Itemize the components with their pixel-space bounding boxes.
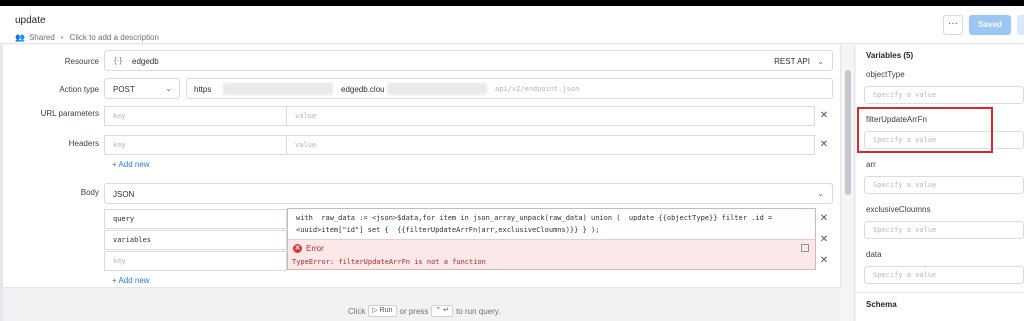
redacted-url-part	[387, 83, 487, 95]
variable-value-input[interactable]: Specify a value	[864, 86, 1024, 104]
query-title[interactable]: update	[15, 15, 46, 26]
redacted-url-part	[223, 83, 333, 95]
url-path: api/v2/endpoint.json	[495, 85, 580, 93]
run-hint-click: Click	[348, 306, 366, 316]
shared-label: Shared	[28, 33, 55, 42]
highlight-annotation	[857, 107, 993, 153]
error-title-text: Error	[306, 244, 324, 253]
query-header: update 👥 Shared • Click to add a descrip…	[0, 6, 1024, 44]
variable-name: objectType	[866, 70, 905, 79]
header-key-input[interactable]: key	[104, 135, 287, 155]
variables-title: Variables (5)	[866, 51, 914, 60]
body-format-value: JSON	[113, 190, 135, 199]
url-param-key-input[interactable]: key	[104, 106, 287, 126]
schema-label: Schema	[866, 300, 897, 309]
code-line-2: <uuid>item["id"] set { {{filterUpdateArr…	[296, 226, 600, 234]
error-message: TypeError: filterUpdateArrFn is not a fu…	[292, 258, 486, 266]
resource-value: edgedb	[132, 57, 159, 66]
url-host: edgedb.clou	[341, 85, 385, 94]
run-hint: Click ▷ Run or press ⌃ ↵ to run query.	[348, 305, 500, 317]
editor-scrollbar-thumb[interactable]	[845, 70, 851, 195]
headers-label: Headers	[68, 139, 99, 148]
resource-type: REST API	[774, 57, 810, 66]
code-line-1: with raw_data := <json>$data,for item in…	[296, 214, 773, 222]
body-label: Body	[80, 188, 99, 197]
schema-section[interactable]: Schema	[856, 292, 1024, 321]
close-icon[interactable]: ✕	[816, 108, 832, 124]
variable-name: arr	[866, 160, 876, 169]
method-value: POST	[113, 85, 135, 94]
variable-value-input[interactable]: Specify a value	[864, 221, 1024, 239]
chevron-down-icon: ⌄	[817, 57, 824, 66]
body-add-new-link[interactable]: + Add new	[112, 276, 150, 285]
chevron-down-icon: ⌄	[817, 189, 824, 198]
chevron-down-icon: ⌄	[165, 84, 172, 93]
error-title: ✕ Error	[293, 244, 324, 253]
description-placeholder[interactable]: Click to add a description	[70, 33, 159, 42]
shared-icon: 👥	[15, 33, 25, 42]
variable-name: exclusiveCloumns	[866, 205, 931, 214]
method-select[interactable]: POST ⌄	[104, 78, 180, 99]
error-box: ✕ Error TypeError: filterUpdateArrFn is …	[288, 239, 815, 269]
variable-value-input[interactable]: Specify a value	[864, 266, 1024, 284]
close-icon[interactable]: ✕	[816, 232, 832, 248]
run-label: Run	[379, 307, 393, 314]
url-prefix: https	[194, 85, 212, 94]
header-value-input[interactable]: value	[286, 135, 815, 155]
url-input[interactable]: https edgedb.clou api/v2/endpoint.json	[186, 78, 833, 99]
more-options-button[interactable]: ···	[943, 15, 963, 35]
secondary-button-edge[interactable]	[1017, 15, 1024, 35]
body-row-key-query[interactable]: query	[104, 209, 287, 229]
braces-icon: {·}	[114, 56, 123, 65]
action-type-label: Action type	[59, 85, 99, 94]
saved-button[interactable]: Saved	[969, 15, 1011, 35]
shortcut-keys: ⌃ ↵	[431, 305, 454, 317]
url-param-value-input[interactable]: value	[286, 106, 815, 126]
body-row-key-input[interactable]: key	[104, 251, 287, 271]
run-button[interactable]: ▷ Run	[368, 305, 397, 317]
resource-select[interactable]: {·} edgedb REST API ⌄	[104, 50, 833, 71]
body-format-select[interactable]: JSON ⌄	[104, 183, 833, 204]
variable-name: data	[866, 250, 882, 259]
resource-label: Resource	[64, 57, 99, 66]
separator-dot: •	[60, 33, 64, 42]
error-icon: ✕	[293, 244, 302, 253]
close-icon[interactable]: ✕	[816, 253, 832, 269]
close-icon[interactable]: ✕	[816, 137, 832, 153]
copy-icon[interactable]	[801, 244, 809, 252]
run-footer: Click ▷ Run or press ⌃ ↵ to run query.	[3, 287, 841, 321]
url-parameters-label: URL parameters	[40, 109, 99, 118]
headers-add-new-link[interactable]: + Add new	[112, 160, 150, 169]
run-hint-or-press: or press	[399, 306, 429, 316]
body-row-key-variables[interactable]: variables	[104, 230, 287, 250]
run-hint-to-run: to run query.	[456, 306, 501, 316]
close-icon[interactable]: ✕	[816, 211, 832, 227]
query-subline: 👥 Shared • Click to add a description	[15, 33, 159, 42]
variable-value-input[interactable]: Specify a value	[864, 176, 1024, 194]
query-value-popover[interactable]: with raw_data := <json>$data,for item in…	[287, 208, 816, 270]
